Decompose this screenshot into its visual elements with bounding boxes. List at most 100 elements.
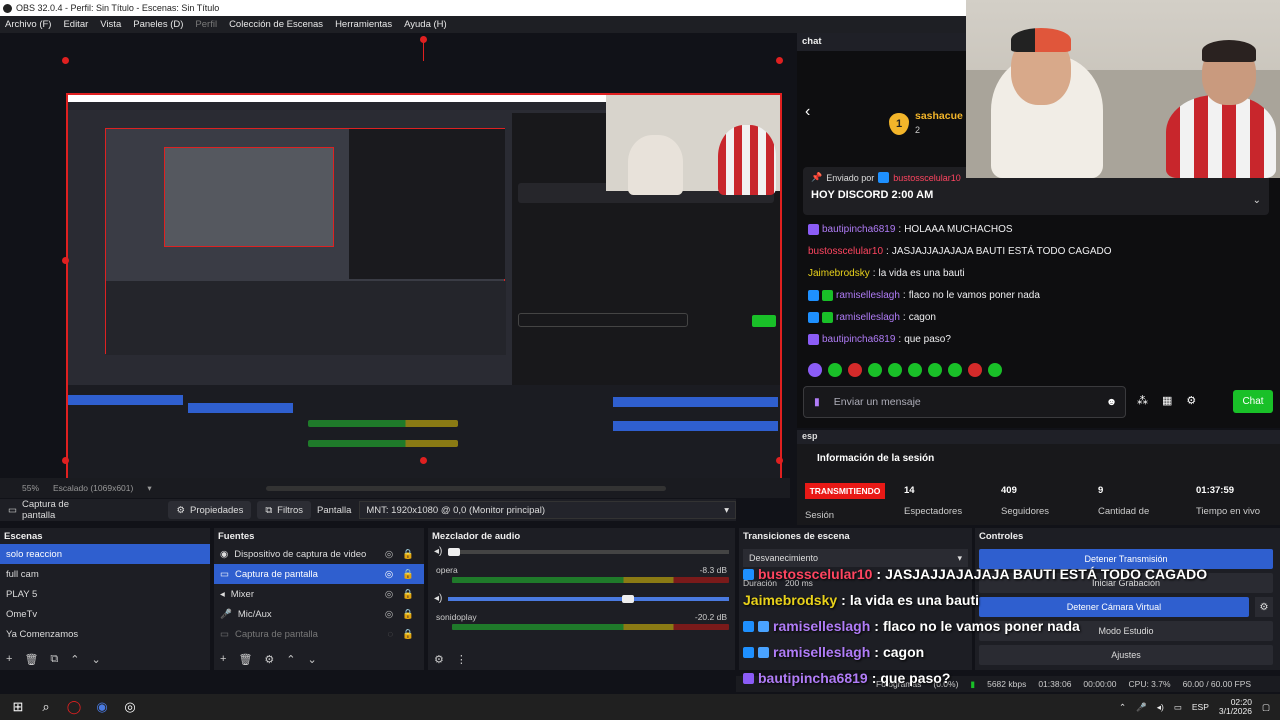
- leaderboard-user[interactable]: sashacue: [915, 110, 963, 122]
- microphone-icon[interactable]: 🎤: [1136, 702, 1147, 713]
- source-item[interactable]: ◂ Mixer ◎ 🔒: [214, 584, 424, 604]
- chat-send-button[interactable]: Chat: [1233, 390, 1273, 413]
- chevron-up-icon[interactable]: ⌃: [70, 653, 79, 666]
- chevron-down-icon[interactable]: ▾: [147, 483, 151, 494]
- menu-file[interactable]: Archivo (F): [5, 19, 51, 30]
- users-icon[interactable]: ⁂: [1137, 394, 1148, 407]
- emote-icon[interactable]: [828, 363, 842, 377]
- chat-username[interactable]: bustosscelular10: [808, 246, 883, 257]
- microphone-icon[interactable]: ▮: [814, 396, 820, 408]
- preview-canvas[interactable]: [0, 33, 790, 495]
- search-icon[interactable]: ⌕: [36, 697, 56, 717]
- lock-icon[interactable]: 🔒: [402, 629, 414, 640]
- master-fader[interactable]: [448, 547, 729, 556]
- stop-virtual-camera-button[interactable]: Detener Cámara Virtual: [979, 597, 1249, 617]
- emote-icon[interactable]: [888, 363, 902, 377]
- filters-button[interactable]: ⧉ Filtros: [257, 501, 312, 519]
- resize-handle-l[interactable]: [62, 257, 69, 264]
- chevron-down-icon[interactable]: ⌄: [1253, 195, 1261, 206]
- volume-icon[interactable]: ◂): [1157, 702, 1164, 713]
- emote-icon[interactable]: [988, 363, 1002, 377]
- resize-handle-tr[interactable]: [776, 57, 783, 64]
- speaker-icon[interactable]: ◂): [434, 546, 442, 557]
- settings-button[interactable]: Ajustes: [979, 645, 1273, 665]
- eye-icon[interactable]: ◎: [385, 589, 393, 600]
- resize-handle-br[interactable]: [776, 457, 783, 464]
- trash-icon[interactable]: 🗑: [238, 653, 252, 666]
- selected-source-frame[interactable]: [66, 93, 782, 495]
- source-item[interactable]: ◉ Dispositivo de captura de video ◎ 🔒: [214, 544, 424, 564]
- eye-off-icon[interactable]: ◌: [388, 629, 394, 640]
- trash-icon[interactable]: 🗑: [24, 653, 38, 666]
- speaker-icon[interactable]: ◂): [434, 593, 442, 604]
- lock-icon[interactable]: 🔒: [402, 549, 414, 560]
- store-icon[interactable]: ▦: [1162, 394, 1172, 407]
- menu-docks[interactable]: Paneles (D): [133, 19, 183, 30]
- chat-username[interactable]: ramiselleslagh: [836, 290, 900, 301]
- scene-item[interactable]: PLAY 5: [0, 584, 210, 604]
- chevron-down-icon[interactable]: ⌄: [308, 653, 317, 666]
- menu-tools[interactable]: Herramientas: [335, 19, 392, 30]
- chevron-left-icon[interactable]: ‹: [805, 103, 810, 121]
- obs-icon[interactable]: ◎: [120, 697, 140, 717]
- add-icon[interactable]: +: [220, 653, 226, 666]
- chat-username[interactable]: bautipincha6819: [822, 224, 895, 235]
- eye-icon[interactable]: ◎: [385, 609, 393, 620]
- source-item[interactable]: ▭ Captura de pantalla ◎ 🔒: [214, 564, 424, 584]
- properties-button[interactable]: ⚙ Propiedades: [168, 501, 252, 519]
- monitor-select[interactable]: MNT: 1920x1080 @ 0,0 (Monitor principal)…: [359, 501, 736, 519]
- menu-edit[interactable]: Editar: [63, 19, 88, 30]
- scene-item[interactable]: solo reaccion: [0, 544, 210, 564]
- chat-username[interactable]: ramiselleslagh: [836, 312, 900, 323]
- menu-profile[interactable]: Perfil: [195, 19, 217, 30]
- emoji-icon[interactable]: ☻: [1106, 396, 1117, 408]
- chat-username[interactable]: Jaimebrodsky: [808, 268, 870, 279]
- scene-item[interactable]: OmeTv: [0, 604, 210, 624]
- language-indicator[interactable]: ESP: [1192, 702, 1209, 712]
- gear-icon[interactable]: ⚙: [1255, 597, 1273, 617]
- lock-icon[interactable]: 🔒: [402, 609, 414, 620]
- menu-scene-collection[interactable]: Colección de Escenas: [229, 19, 323, 30]
- resize-handle-bl[interactable]: [62, 457, 69, 464]
- source-item[interactable]: 🎤 Mic/Aux ◎ 🔒: [214, 604, 424, 624]
- opera-icon[interactable]: ◯: [64, 697, 84, 717]
- eye-icon[interactable]: ◎: [385, 549, 393, 560]
- menu-view[interactable]: Vista: [100, 19, 121, 30]
- emote-icon[interactable]: [868, 363, 882, 377]
- emote-icon[interactable]: [908, 363, 922, 377]
- gear-icon[interactable]: ⚙: [264, 653, 274, 666]
- chevron-down-icon[interactable]: ⌄: [91, 653, 100, 666]
- chevron-up-icon[interactable]: ⌃: [286, 653, 295, 666]
- scene-item[interactable]: full cam: [0, 564, 210, 584]
- emote-icon[interactable]: [808, 363, 822, 377]
- resize-handle-b[interactable]: [420, 457, 427, 464]
- gear-icon[interactable]: ⚙: [434, 653, 444, 666]
- lock-icon[interactable]: 🔒: [402, 589, 414, 600]
- chrome-icon[interactable]: ◉: [92, 697, 112, 717]
- emote-icon[interactable]: [968, 363, 982, 377]
- scale-info[interactable]: Escalado (1069x601): [53, 483, 133, 493]
- more-icon[interactable]: ⋮: [456, 653, 467, 666]
- gear-icon[interactable]: ⚙: [1186, 394, 1196, 407]
- volume-slider[interactable]: [448, 594, 729, 603]
- scene-item[interactable]: Ya Comenzamos: [0, 624, 210, 644]
- chat-message-input[interactable]: ▮ Enviar un mensaje ☻: [803, 386, 1126, 418]
- notification-icon[interactable]: ▢: [1262, 702, 1270, 713]
- eye-icon[interactable]: ◎: [385, 569, 393, 580]
- emote-icon[interactable]: [948, 363, 962, 377]
- chat-username[interactable]: bautipincha6819: [822, 334, 895, 345]
- clock[interactable]: 02:20 3/1/2026: [1219, 697, 1252, 717]
- resize-handle-tl[interactable]: [62, 57, 69, 64]
- windows-start-icon[interactable]: ⊞: [8, 697, 28, 717]
- source-item[interactable]: ▭ Captura de pantalla ◌ 🔒: [214, 624, 424, 644]
- preview-scrollbar[interactable]: [265, 485, 666, 491]
- emote-icon[interactable]: [848, 363, 862, 377]
- transition-select[interactable]: Desvanecimiento ▾: [743, 549, 968, 567]
- chevron-up-icon[interactable]: ⌃: [1119, 702, 1126, 713]
- zoom-level[interactable]: 55%: [22, 483, 39, 493]
- filter-icon[interactable]: ⧉: [50, 653, 58, 666]
- add-icon[interactable]: +: [6, 653, 12, 666]
- menu-help[interactable]: Ayuda (H): [404, 19, 447, 30]
- emote-icon[interactable]: [928, 363, 942, 377]
- network-icon[interactable]: ▭: [1174, 702, 1182, 713]
